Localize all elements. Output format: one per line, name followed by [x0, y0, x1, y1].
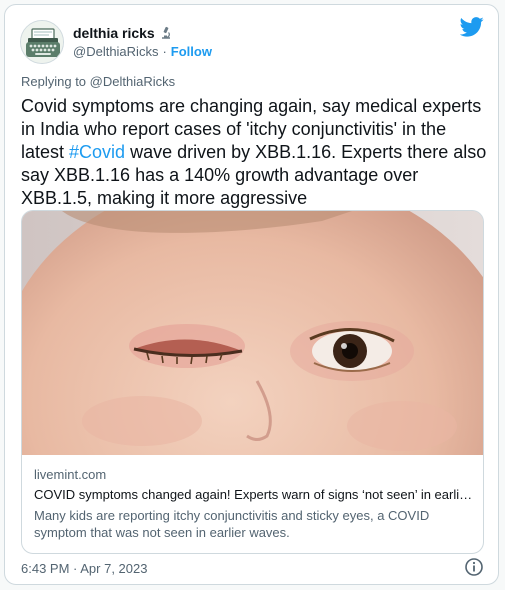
link-description: Many kids are reporting itchy conjunctiv… — [34, 508, 430, 540]
link-preview-image — [22, 211, 483, 455]
follow-button[interactable]: Follow — [171, 44, 212, 59]
link-preview-meta: livemint.com COVID symptoms changed agai… — [34, 467, 474, 541]
reply-prefix: Replying to — [21, 74, 87, 89]
child-photo — [22, 211, 483, 455]
separator-dot: · — [162, 44, 167, 59]
info-circle-icon[interactable] — [464, 557, 484, 577]
tweet-card: delthia ricks @DelthiaRicks · Follow Reply… — [4, 4, 499, 585]
author-handle[interactable]: @DelthiaRicks — [73, 44, 158, 59]
avatar[interactable] — [20, 20, 64, 64]
link-preview-card[interactable]: livemint.com COVID symptoms changed agai… — [21, 210, 484, 554]
link-domain: livemint.com — [34, 467, 107, 482]
display-name: delthia ricks — [73, 25, 155, 41]
twitter-bird-icon[interactable] — [459, 17, 484, 37]
typewriter-avatar-icon — [21, 21, 63, 63]
tweet-timestamp[interactable]: 6:43 PM · Apr 7, 2023 — [21, 561, 147, 577]
author-name[interactable]: delthia ricks — [73, 24, 173, 44]
tweet-text: Covid symptoms are changing again, say m… — [21, 95, 491, 210]
microscope-icon — [159, 26, 173, 44]
hashtag-link[interactable]: #Covid — [69, 142, 125, 162]
reply-context: Replying to @DelthiaRicks — [21, 74, 175, 90]
author-handle-line: @DelthiaRicks · Follow — [73, 43, 212, 61]
link-title: COVID symptoms changed again! Experts wa… — [34, 487, 473, 502]
reply-handle-link[interactable]: @DelthiaRicks — [90, 74, 175, 89]
